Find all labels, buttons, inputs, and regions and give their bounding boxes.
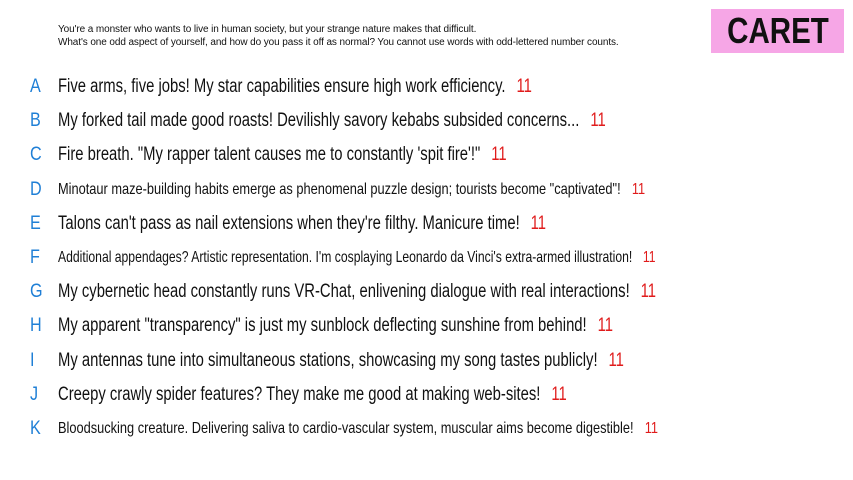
word-count: 11 [608, 349, 624, 371]
answer-letter: C [30, 144, 42, 166]
answer-text-block: Bloodsucking creature. Delivering saliva… [58, 420, 658, 438]
answer-letter: F [30, 247, 40, 268]
answer-text: Bloodsucking creature. Delivering saliva… [58, 420, 634, 437]
answer-letter: E [30, 212, 41, 234]
answer-text-block: Five arms, five jobs! My star capabiliti… [58, 76, 532, 98]
word-count: 11 [491, 144, 507, 166]
word-count: 11 [516, 76, 532, 97]
answer-letter: I [30, 349, 35, 371]
question-prompt: You're a monster who wants to live in hu… [58, 23, 698, 49]
answer-text: Talons can't pass as nail extensions whe… [58, 212, 520, 234]
answer-letter: A [30, 76, 41, 97]
answer-text-block: Talons can't pass as nail extensions whe… [58, 213, 546, 235]
word-count: 11 [644, 420, 659, 437]
answer-text-block: Additional appendages? Artistic represen… [58, 249, 656, 267]
answer-text-block: My forked tail made good roasts! Devilis… [58, 110, 606, 132]
answer-text-block: My antennas tune into simultaneous stati… [58, 350, 624, 372]
word-count: 11 [631, 180, 646, 198]
answer-letter: B [30, 110, 41, 132]
answer-letter: H [30, 315, 42, 337]
answer-text-block: My cybernetic head constantly runs VR-Ch… [58, 281, 656, 303]
answer-text-block: Creepy crawly spider features? They make… [58, 384, 567, 406]
answer-text: Minotaur maze-building habits emerge as … [58, 180, 621, 198]
answer-text: Fire breath. "My rapper talent causes me… [58, 144, 481, 166]
answer-letter: D [30, 178, 42, 200]
answer-text-block: Fire breath. "My rapper talent causes me… [58, 144, 507, 166]
answer-text: Additional appendages? Artistic represen… [58, 249, 633, 266]
prompt-line-1: You're a monster who wants to live in hu… [58, 24, 477, 35]
answer-letter: K [30, 418, 41, 439]
word-count: 11 [551, 383, 567, 405]
answer-text: My antennas tune into simultaneous stati… [58, 349, 598, 371]
word-count: 11 [530, 212, 547, 234]
word-count: 11 [642, 249, 656, 266]
caret-logo: CARET [711, 9, 844, 53]
answer-text: Creepy crawly spider features? They make… [58, 383, 541, 405]
prompt-line-2: What's one odd aspect of yourself, and h… [58, 37, 619, 48]
answer-text: My forked tail made good roasts! Devilis… [58, 110, 580, 132]
answer-text: My cybernetic head constantly runs VR-Ch… [58, 281, 630, 303]
answer-text-block: My apparent "transparency" is just my su… [58, 315, 613, 337]
word-count: 11 [597, 315, 613, 337]
answer-text: My apparent "transparency" is just my su… [58, 315, 587, 337]
answer-text: Five arms, five jobs! My star capabiliti… [58, 76, 506, 97]
word-count: 11 [640, 281, 657, 303]
answer-letter: G [30, 281, 43, 303]
logo-text: CARET [726, 10, 829, 51]
word-count: 11 [590, 110, 606, 132]
answer-text-block: Minotaur maze-building habits emerge as … [58, 181, 645, 199]
answer-letter: J [30, 383, 39, 405]
